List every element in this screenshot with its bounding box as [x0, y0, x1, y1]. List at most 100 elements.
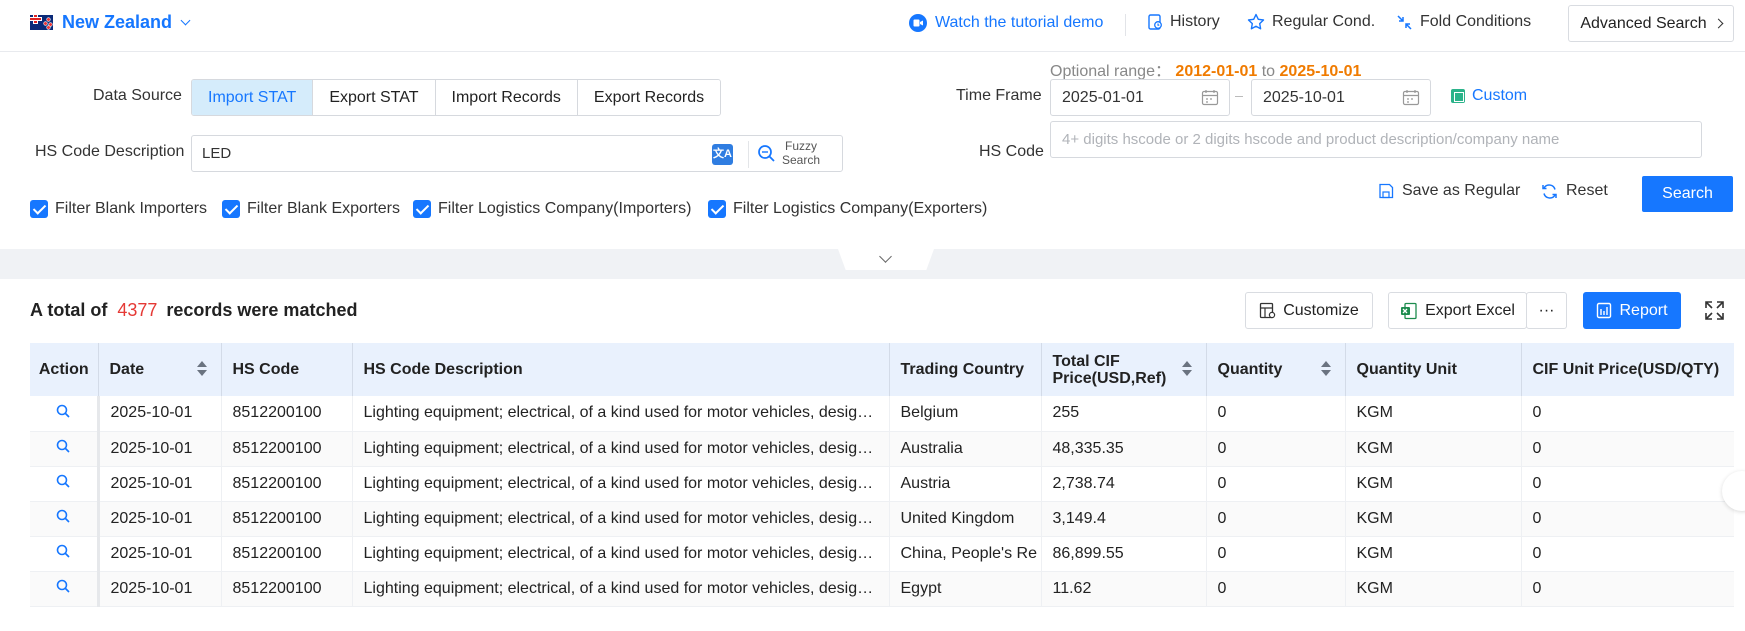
- search-icon[interactable]: [56, 544, 70, 558]
- results-table: Action Date HS Code HS Code Description …: [30, 343, 1734, 607]
- custom-range-button[interactable]: Custom: [1451, 87, 1527, 105]
- refresh-icon: [1542, 183, 1557, 199]
- cell-total-cif: 3,149.4: [1041, 501, 1207, 537]
- tab-export-records[interactable]: Export Records: [577, 80, 721, 115]
- fold-conditions-label: Fold Conditions: [1420, 13, 1532, 30]
- cell-description: Lighting equipment; electrical, of a kin…: [352, 396, 890, 432]
- cell-date: 2025-10-01: [98, 501, 222, 537]
- results-summary: A total of 4377 records were matched: [30, 300, 357, 321]
- filter-logistics-importers-checkbox[interactable]: Filter Logistics Company(Importers): [413, 200, 691, 218]
- video-icon: [909, 14, 927, 32]
- filter-blank-exporters-checkbox[interactable]: Filter Blank Exporters: [222, 200, 400, 218]
- star-icon: [1247, 13, 1265, 30]
- collapse-filters-toggle[interactable]: [838, 249, 934, 270]
- divider: [1125, 14, 1126, 36]
- filter-logistics-exporters-checkbox[interactable]: Filter Logistics Company(Exporters): [708, 200, 987, 218]
- cell-hs-code: 8512200100: [221, 571, 353, 607]
- hs-code-input[interactable]: [1050, 121, 1702, 158]
- column-header-date[interactable]: Date: [98, 343, 222, 396]
- export-excel-label: Export Excel: [1425, 301, 1515, 319]
- cell-date: 2025-10-01: [98, 571, 222, 607]
- search-icon[interactable]: [56, 404, 70, 418]
- cell-total-cif: 11.62: [1041, 571, 1207, 607]
- cell-unit-price: 0: [1521, 571, 1734, 607]
- cell-total-cif: 48,335.35: [1041, 431, 1207, 467]
- fold-conditions-link[interactable]: Fold Conditions: [1396, 13, 1531, 31]
- date-range-dash: [1235, 96, 1243, 97]
- fuzzy-label-2: Search: [782, 153, 821, 167]
- regular-cond-link[interactable]: Regular Cond.: [1247, 13, 1375, 31]
- fullscreen-icon[interactable]: [1704, 300, 1725, 321]
- cell-country: China, People's Re: [889, 536, 1042, 572]
- history-link[interactable]: History: [1147, 13, 1220, 31]
- row-action[interactable]: [30, 536, 100, 572]
- start-date-input[interactable]: 2025-01-01: [1050, 79, 1230, 116]
- hs-desc-label: HS Code Description: [35, 143, 185, 160]
- cell-description: Lighting equipment; electrical, of a kin…: [352, 466, 890, 502]
- row-action[interactable]: [30, 396, 100, 432]
- column-header-unit-price: CIF Unit Price(USD/QTY): [1521, 343, 1734, 396]
- column-header-quantity-unit: Quantity Unit: [1345, 343, 1522, 396]
- fuzzy-label: Fuzzy: [785, 139, 818, 153]
- tutorial-link[interactable]: Watch the tutorial demo: [908, 13, 1103, 33]
- calendar-icon: [1201, 90, 1219, 106]
- filter-blank-importers-checkbox[interactable]: Filter Blank Importers: [30, 200, 207, 218]
- data-source-label: Data Source: [93, 87, 182, 104]
- fuzzy-search-button[interactable]: Fuzzy Search: [757, 139, 820, 167]
- hs-code-field[interactable]: [1051, 122, 1701, 157]
- row-action[interactable]: [30, 571, 100, 607]
- column-header-total-cif[interactable]: Total CIF Price(USD,Ref): [1041, 343, 1207, 396]
- cell-quantity: 0: [1206, 431, 1346, 467]
- table-row: 2025-10-01 8512200100 Lighting equipment…: [30, 431, 1734, 467]
- country-selector[interactable]: New Zealand: [30, 12, 191, 33]
- results-panel: A total of 4377 records were matched Custo…: [0, 279, 1745, 631]
- custom-range-icon: [1451, 89, 1465, 103]
- history-label: History: [1170, 13, 1220, 30]
- export-excel-button[interactable]: Export Excel: [1388, 292, 1527, 329]
- cell-date: 2025-10-01: [98, 396, 222, 432]
- tab-import-records[interactable]: Import Records: [435, 80, 578, 115]
- fold-icon: [1397, 14, 1412, 30]
- hs-desc-input[interactable]: LED 文A Fuzzy Search: [191, 135, 843, 172]
- more-options-button[interactable]: ···: [1526, 292, 1567, 329]
- customize-icon: [1260, 302, 1276, 319]
- cell-hs-code: 8512200100: [221, 536, 353, 572]
- advanced-search-button[interactable]: Advanced Search: [1568, 5, 1734, 42]
- row-action[interactable]: [30, 466, 100, 502]
- search-icon[interactable]: [56, 474, 70, 488]
- reset-button[interactable]: Reset: [1541, 182, 1608, 200]
- save-as-regular-button[interactable]: Save as Regular: [1378, 182, 1520, 200]
- cell-quantity-unit: KGM: [1345, 536, 1522, 572]
- search-icon[interactable]: [56, 439, 70, 453]
- customize-button[interactable]: Customize: [1245, 292, 1373, 329]
- optional-range-to: to: [1261, 63, 1276, 80]
- column-header-quantity[interactable]: Quantity: [1206, 343, 1346, 396]
- optional-range-start: 2012-01-01: [1175, 63, 1258, 80]
- checkbox-label: Filter Logistics Company(Importers): [438, 200, 692, 217]
- search-icon[interactable]: [56, 579, 70, 593]
- search-button[interactable]: Search: [1642, 176, 1733, 212]
- time-frame-label: Time Frame: [956, 87, 1042, 104]
- tab-import-stat[interactable]: Import STAT: [192, 80, 314, 115]
- search-icon[interactable]: [56, 509, 70, 523]
- row-action[interactable]: [30, 431, 100, 467]
- results-count: 4377: [117, 300, 158, 320]
- table-row: 2025-10-01 8512200100 Lighting equipment…: [30, 501, 1734, 537]
- cell-unit-price: 0: [1521, 466, 1734, 502]
- cell-unit-price: 0: [1521, 396, 1734, 432]
- report-button[interactable]: Report: [1583, 292, 1681, 329]
- row-action[interactable]: [30, 501, 100, 537]
- tab-export-stat[interactable]: Export STAT: [313, 80, 436, 115]
- cell-unit-price: 0: [1521, 536, 1734, 572]
- column-header-action: Action: [30, 343, 99, 396]
- translate-icon[interactable]: 文A: [712, 144, 733, 165]
- cell-unit-price: 0: [1521, 501, 1734, 537]
- end-date-value: 2025-10-01: [1263, 89, 1345, 106]
- end-date-input[interactable]: 2025-10-01: [1251, 79, 1431, 116]
- cell-country: Australia: [889, 431, 1042, 467]
- table-row: 2025-10-01 8512200100 Lighting equipment…: [30, 396, 1734, 432]
- cell-quantity: 0: [1206, 501, 1346, 537]
- cell-date: 2025-10-01: [98, 466, 222, 502]
- results-suffix: records were matched: [166, 300, 358, 320]
- divider: [748, 141, 749, 168]
